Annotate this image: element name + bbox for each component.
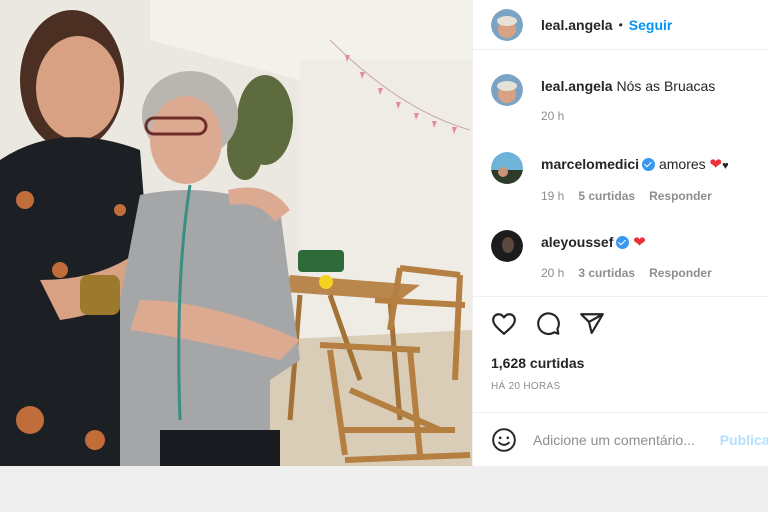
verified-badge-icon [616,236,630,249]
commenter-avatar[interactable] [491,152,523,184]
comments-list: leal.angela Nós as Bruacas 20 h marcelom [473,62,768,296]
likes-count[interactable]: 1,628 curtidas [491,355,584,371]
post-actions: 1,628 curtidas HÁ 20 HORAS [473,296,768,412]
caption-time: 20 h [541,109,565,123]
black-heart-emoji-icon: ♥ [722,160,729,172]
add-comment-bar: Publicar [473,412,768,466]
reply-button[interactable]: Responder [649,189,712,203]
commenter-avatar[interactable] [491,230,523,262]
comment-likes[interactable]: 5 curtidas [578,189,635,203]
instagram-post-modal: leal.angela • Seguir leal.angela Nós as … [0,0,768,466]
comment-item: aleyoussef ❤ 20 h 3 curtidas Responder [473,218,768,296]
author-username[interactable]: leal.angela [541,17,613,33]
caption-item: leal.angela Nós as Bruacas 20 h [473,62,768,140]
comment-text: amores [658,156,706,172]
post-photo-illustration [0,0,472,466]
publish-button[interactable]: Publicar [720,432,768,448]
comment-time: 20 h [541,266,565,280]
heart-icon[interactable] [491,311,517,337]
comment-likes[interactable]: 3 curtidas [578,266,635,280]
comment-item: marcelomedici amores ❤♥ 19 h 5 curtidas … [473,140,768,218]
comment-icon[interactable] [535,311,561,337]
comment-username[interactable]: marcelomedici [541,156,639,172]
red-heart-emoji-icon: ❤ [633,234,646,251]
comment-username[interactable]: aleyoussef [541,234,613,250]
comment-input[interactable] [533,431,733,448]
post-side-panel: leal.angela • Seguir leal.angela Nós as … [472,0,768,466]
caption-avatar[interactable] [491,74,523,106]
caption-text: Nós as Bruacas [616,78,716,94]
share-icon[interactable] [579,311,605,337]
caption-username[interactable]: leal.angela [541,78,613,94]
verified-badge-icon [642,158,656,171]
reply-button[interactable]: Responder [649,266,712,280]
separator-dot: • [618,17,623,32]
post-age: HÁ 20 HORAS [491,381,561,392]
emoji-icon[interactable] [491,427,517,453]
red-heart-emoji-icon: ❤ [709,156,723,173]
post-photo [0,0,472,466]
page-bottom-area [0,466,768,512]
author-avatar[interactable] [491,8,523,41]
comment-time: 19 h [541,189,565,203]
post-header: leal.angela • Seguir [473,0,768,50]
follow-button[interactable]: Seguir [629,17,673,33]
